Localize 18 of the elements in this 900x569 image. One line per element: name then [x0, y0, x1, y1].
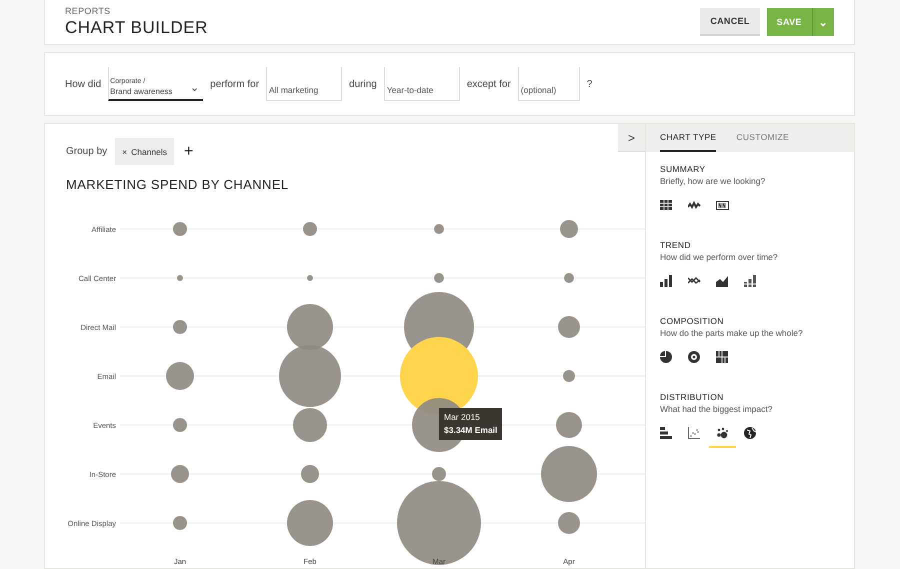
section-title: COMPOSITION: [660, 316, 725, 326]
breadcrumb: REPORTS: [65, 6, 112, 16]
query-label: except for: [466, 78, 511, 90]
section-question: How did we perform over time?: [660, 252, 779, 262]
section-title: TREND: [660, 240, 692, 250]
section-question: Briefly, how are we looking?: [660, 176, 766, 186]
query-label: How did: [65, 78, 102, 90]
chart-title: MARKETING SPEND BY CHANNEL: [66, 177, 290, 192]
section-question: What had the biggest impact?: [660, 404, 774, 414]
query-label: perform for: [210, 78, 260, 90]
section-title: DISTRIBUTION: [660, 392, 725, 402]
group-by-label: Group by: [66, 146, 108, 157]
query-label: ?: [586, 78, 592, 90]
section-question: How do the parts make up the whole?: [660, 328, 804, 338]
query-label: during: [349, 78, 377, 90]
tooltip: Mar 2015 $3.34M Email: [439, 408, 502, 440]
page-title: CHART BUILDER: [65, 18, 208, 38]
section-title: SUMMARY: [660, 164, 706, 174]
